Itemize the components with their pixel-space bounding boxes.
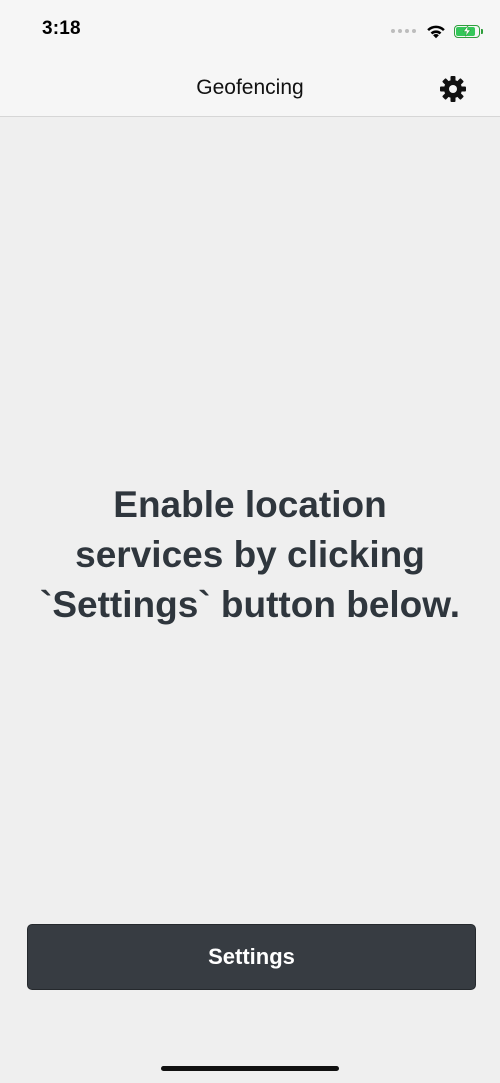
location-services-message: Enable location services by clicking `Se…	[40, 484, 460, 625]
settings-button[interactable]: Settings	[27, 924, 476, 990]
wifi-icon	[427, 25, 445, 39]
status-bar: 3:18	[0, 0, 500, 62]
status-icons	[391, 19, 483, 43]
battery-charging-icon	[454, 24, 483, 38]
navigation-bar: Geofencing	[0, 62, 500, 117]
settings-gear-button[interactable]	[438, 74, 468, 104]
status-time: 3:18	[42, 18, 81, 39]
signal-dots-icon	[391, 29, 416, 33]
gear-icon	[440, 76, 466, 102]
home-indicator[interactable]	[161, 1066, 339, 1071]
page-title: Geofencing	[196, 76, 304, 99]
